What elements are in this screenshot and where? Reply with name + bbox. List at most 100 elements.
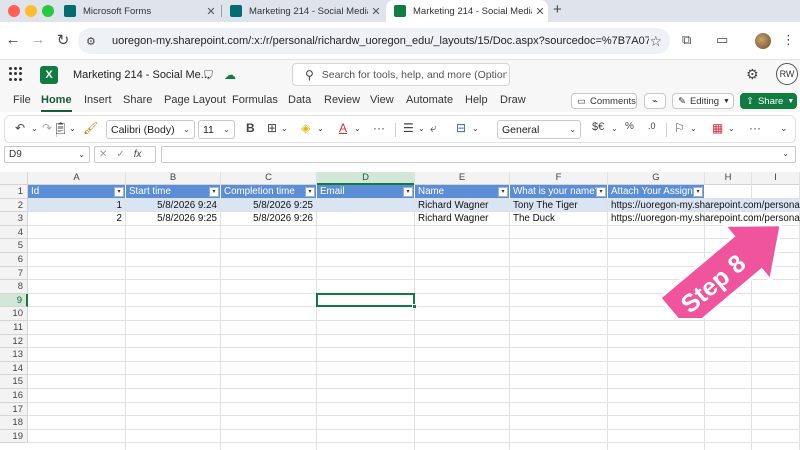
bookmark-star-icon[interactable]: ☆ — [649, 33, 662, 50]
more-font-options-icon[interactable]: ··· — [373, 121, 385, 135]
close-window-button[interactable] — [8, 5, 20, 17]
table-header-email[interactable]: Email ▾ — [317, 185, 415, 199]
font-color-icon[interactable]: A — [339, 121, 347, 135]
site-settings-icon[interactable]: ⚙ — [86, 35, 104, 48]
column-header-i[interactable]: I — [752, 172, 800, 185]
cloud-saved-icon[interactable]: ☁ — [224, 68, 236, 82]
close-tab-icon[interactable]: ✕ — [532, 5, 548, 18]
table-cell[interactable] — [317, 198, 415, 213]
column-header-b[interactable]: B — [126, 172, 221, 185]
insert-function-button[interactable]: fx — [134, 149, 142, 160]
table-cell[interactable]: 1 — [28, 198, 126, 213]
new-tab-icon[interactable]: + — [553, 1, 562, 18]
shield-icon[interactable]: ⛉ — [204, 68, 213, 83]
column-header-c[interactable]: C — [221, 172, 317, 185]
column-header-g[interactable]: G — [608, 172, 705, 185]
filter-dropdown-icon[interactable]: ▾ — [305, 187, 315, 197]
editing-mode-button[interactable]: ✎ Editing ▼ — [672, 93, 734, 109]
fill-handle[interactable] — [412, 304, 417, 310]
table-header-completion-time[interactable]: Completion time ▾ — [221, 185, 317, 199]
tab-search-icon[interactable]: ▭ — [716, 32, 728, 48]
catch-up-button[interactable]: ⌁ — [644, 93, 666, 109]
browser-tab-forms[interactable]: Microsoft Forms ✕ — [56, 0, 219, 22]
minimize-window-button[interactable] — [25, 5, 37, 17]
percent-icon[interactable]: % — [625, 121, 634, 132]
filter-dropdown-icon[interactable]: ▾ — [114, 187, 124, 197]
search-box[interactable]: ⚲ — [292, 63, 510, 86]
borders-icon[interactable]: ⊞ — [267, 121, 277, 135]
chevron-down-icon[interactable]: ⌄ — [472, 124, 479, 133]
address-bar[interactable]: ⚙ uoregon-my.sharepoint.com/:x:/r/person… — [78, 28, 670, 54]
enter-check-icon[interactable]: ✓ — [116, 149, 124, 160]
table-header-start-time[interactable]: Start time ▾ — [126, 185, 221, 199]
font-name-select[interactable]: Calibri (Body) ⌄ — [106, 120, 195, 139]
name-box[interactable]: D9 ⌄ — [4, 146, 90, 163]
align-icon[interactable]: ☰ — [403, 121, 414, 135]
format-painter-icon[interactable]: 🖌︎ — [83, 121, 98, 135]
chevron-down-icon[interactable]: ⌄ — [690, 124, 697, 133]
table-cell[interactable]: 5/8/2026 9:24 — [126, 198, 221, 213]
select-all-corner[interactable] — [0, 172, 28, 185]
row-header-1[interactable]: 1 — [0, 185, 28, 199]
close-tab-icon[interactable]: ✕ — [203, 5, 219, 18]
row-header-6[interactable]: 6 — [0, 253, 28, 267]
forward-arrow-icon[interactable]: → — [28, 31, 48, 48]
chevron-down-icon[interactable]: ⌄ — [611, 124, 618, 133]
tab-page-layout[interactable]: Page Layout — [164, 94, 226, 106]
wrap-text-icon[interactable]: ⤶ — [430, 121, 437, 136]
bold-icon[interactable]: B — [246, 121, 255, 135]
currency-format-button[interactable]: $€ — [592, 121, 604, 133]
cell-styles-icon[interactable]: ▦ — [712, 121, 723, 135]
table-header-attach-your-assignm[interactable]: Attach Your Assignm ▾ — [608, 185, 705, 199]
table-cell[interactable]: https://uoregon-my.sharepoint.com/person… — [608, 198, 800, 213]
table-cell[interactable] — [317, 212, 415, 226]
tab-insert[interactable]: Insert — [84, 94, 112, 106]
row-header-16[interactable]: 16 — [0, 389, 28, 403]
tab-view[interactable]: View — [370, 94, 394, 106]
tab-file[interactable]: File — [13, 94, 31, 106]
cancel-icon[interactable]: ✕ — [99, 149, 107, 160]
row-header-13[interactable]: 13 — [0, 348, 28, 362]
table-cell[interactable]: 5/8/2026 9:26 — [221, 212, 317, 226]
chevron-down-icon[interactable]: ⌄ — [317, 124, 324, 133]
undo-icon[interactable]: ↶ — [15, 121, 25, 135]
document-title[interactable]: Marketing 214 - Social Me... — [73, 69, 210, 81]
table-header-id[interactable]: Id ▾ — [28, 185, 126, 199]
increase-decimal-icon[interactable]: .0 — [648, 121, 656, 131]
column-header-e[interactable]: E — [415, 172, 510, 185]
row-header-4[interactable]: 4 — [0, 225, 28, 240]
chevron-down-icon[interactable]: ⌄ — [354, 124, 361, 133]
chevron-down-icon[interactable]: ⌄ — [281, 124, 288, 133]
filter-dropdown-icon[interactable]: ▾ — [209, 187, 219, 197]
column-header-d[interactable]: D — [317, 172, 415, 185]
search-input[interactable] — [321, 68, 507, 81]
browser-menu-icon[interactable]: ⋮ — [782, 32, 795, 48]
comments-button[interactable]: ▭ Comments — [571, 93, 637, 109]
table-cell[interactable]: Tony The Tiger — [510, 198, 608, 213]
row-header-5[interactable]: 5 — [0, 239, 28, 253]
table-cell[interactable]: 2 — [28, 212, 126, 226]
share-button[interactable]: ⇪ Share ▼ — [740, 93, 797, 109]
tab-automate[interactable]: Automate — [406, 94, 453, 106]
chevron-down-icon[interactable]: ⌄ — [418, 124, 425, 133]
tab-review[interactable]: Review — [324, 94, 360, 106]
column-header-f[interactable]: F — [510, 172, 608, 185]
column-header-a[interactable]: A — [28, 172, 126, 185]
fill-color-icon[interactable]: ◈ — [301, 121, 310, 135]
table-cell[interactable]: The Duck — [510, 212, 608, 226]
filter-dropdown-icon[interactable]: ▾ — [498, 187, 508, 197]
chevron-down-icon[interactable]: ⌄ — [69, 124, 76, 133]
row-header-11[interactable]: 11 — [0, 321, 28, 335]
tab-share[interactable]: Share — [123, 94, 152, 106]
row-header-3[interactable]: 3 — [0, 212, 28, 226]
settings-gear-icon[interactable]: ⚙ — [746, 66, 759, 83]
filter-dropdown-icon[interactable]: ▾ — [596, 187, 606, 197]
browser-tab-marketing-1[interactable]: Marketing 214 - Social Media ✕ — [222, 0, 384, 22]
back-arrow-icon[interactable]: ← — [3, 31, 23, 48]
row-header-8[interactable]: 8 — [0, 280, 28, 294]
table-header-what-is-your-name[interactable]: What is your name? ▾ — [510, 185, 608, 199]
expand-ribbon-icon[interactable]: ⌄ — [780, 123, 788, 134]
tab-draw[interactable]: Draw — [500, 94, 526, 106]
filter-dropdown-icon[interactable]: ▾ — [693, 187, 703, 197]
row-header-10[interactable]: 10 — [0, 307, 28, 321]
